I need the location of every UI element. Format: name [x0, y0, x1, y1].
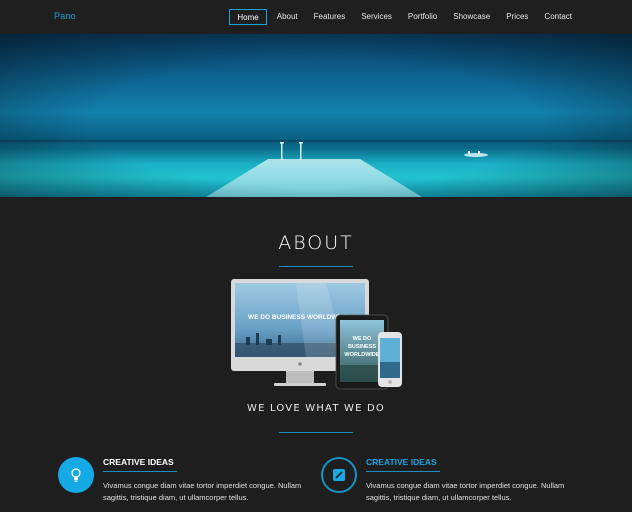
- hero-image: [0, 34, 632, 197]
- nav-item-showcase[interactable]: Showcase: [445, 9, 498, 25]
- tablet-screen-text-3: WORLDWIDE: [344, 352, 379, 358]
- devices-illustration: WE DO BUSINESS WORLDWIDE WE DO BUSINESS …: [231, 279, 402, 390]
- brand-logo[interactable]: Pano: [54, 11, 76, 21]
- lightbulb-icon: [58, 457, 94, 493]
- nav-item-prices[interactable]: Prices: [498, 9, 536, 25]
- feature-title: CREATIVE IDEAS: [103, 457, 174, 467]
- about-tagline: WE LOVE WHAT WE DO: [247, 403, 385, 414]
- nav-item-home[interactable]: Home: [229, 9, 267, 25]
- nav-menu: Home About Features Services Portfolio S…: [229, 9, 580, 25]
- feature-description: Vivamus congue diam vitae tortor imperdi…: [103, 481, 302, 502]
- feature-description: Vivamus congue diam vitae tortor imperdi…: [366, 481, 565, 502]
- nav-item-features[interactable]: Features: [306, 9, 354, 25]
- nav-item-about[interactable]: About: [269, 9, 306, 25]
- desktop-screen-text: WE DO BUSINESS WORLDWIDE: [248, 314, 349, 321]
- section-title-about: ABOUT: [278, 232, 354, 254]
- hero-vignette: [0, 34, 632, 197]
- nav-item-portfolio[interactable]: Portfolio: [400, 9, 445, 25]
- tablet-screen-text-1: WE DO: [353, 336, 372, 342]
- feature-title: CREATIVE IDEAS: [366, 457, 437, 467]
- feature-title-underline: [366, 471, 440, 472]
- tablet-screen-text-2: BUSINESS: [348, 344, 376, 350]
- title-divider: [279, 266, 353, 267]
- section-divider: [279, 432, 353, 433]
- feature-title-underline: [103, 471, 177, 472]
- nav-item-contact[interactable]: Contact: [536, 9, 580, 25]
- edit-icon: [321, 457, 357, 493]
- nav-item-services[interactable]: Services: [353, 9, 400, 25]
- navbar: Pano Home About Features Services Portfo…: [0, 0, 632, 34]
